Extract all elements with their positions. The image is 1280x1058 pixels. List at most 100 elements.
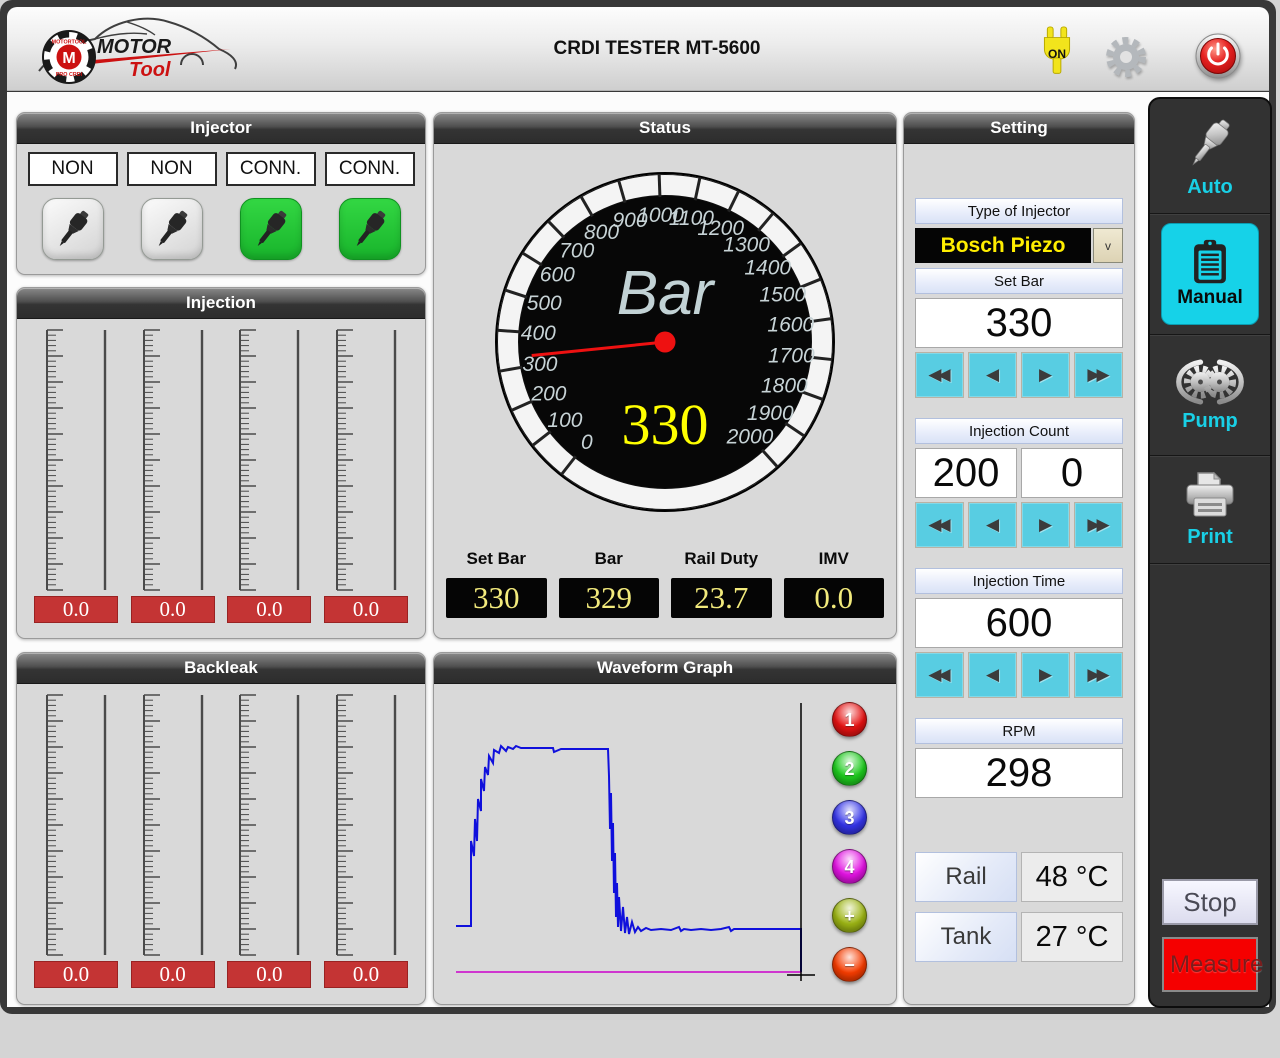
injection-time-fast-decrease-button[interactable]: ◀◀ [915, 652, 964, 698]
readout-label-4: IMV [784, 549, 885, 569]
svg-text:1700: 1700 [768, 344, 815, 367]
injector-4-button[interactable] [339, 198, 401, 260]
injection-time-increase-button[interactable]: ▶ [1021, 652, 1070, 698]
sidebar-item-print[interactable]: Print [1150, 456, 1270, 564]
injection-count-current: 0 [1021, 448, 1123, 498]
set-bar-label: Set Bar [915, 268, 1123, 294]
readout-label-3: Rail Duty [671, 549, 772, 569]
svg-text:1600: 1600 [767, 313, 814, 336]
rpm-label: RPM [915, 718, 1123, 744]
injection-count-fast-increase-button[interactable]: ▶▶ [1074, 502, 1123, 548]
injection-time-decrease-button[interactable]: ◀ [968, 652, 1017, 698]
sidebar-item-pump[interactable]: Pump [1150, 335, 1270, 456]
backleak-slider-4: 0.0 [324, 692, 408, 1012]
injection-slider-1: 0.0 [34, 327, 118, 646]
print-icon [1182, 470, 1238, 522]
backleak-value-3: 0.0 [227, 961, 311, 988]
setting-panel: Setting Type of Injector Bosch Piezo v S… [903, 112, 1135, 1005]
titlebar: MOTOR Tool MOTORTOOL PRO CRDI M CRDI TES… [7, 7, 1269, 91]
injector-items: NON NON CONN. CONN. [17, 144, 425, 282]
injection-count-decrease-button[interactable]: ◀ [968, 502, 1017, 548]
sidebar-print-label: Print [1187, 526, 1233, 549]
plug-on-label: ON [1043, 47, 1071, 61]
injection-count-label: Injection Count [915, 418, 1123, 444]
badge-letter: M [62, 50, 75, 67]
svg-text:Bar: Bar [617, 259, 716, 328]
injection-count-fast-decrease-button[interactable]: ◀◀ [915, 502, 964, 548]
backleak-sliders: 0.00.00.00.0 [17, 684, 425, 1012]
readout-value-3: 23.7 [671, 578, 772, 618]
waveform-channel-3-button[interactable]: 3 [832, 800, 867, 835]
injector-3-button[interactable] [240, 198, 302, 260]
svg-text:100: 100 [547, 409, 582, 432]
status-panel-title: Status [639, 118, 691, 138]
svg-text:0: 0 [581, 431, 593, 454]
measure-button[interactable]: Measure [1162, 937, 1258, 992]
svg-text:1500: 1500 [759, 283, 806, 306]
backleak-slider-3: 0.0 [227, 692, 311, 1012]
main-content: Injector NON NON CONN. CONN. Injection 0 [7, 92, 1269, 1007]
waveform-buttons: 1 2 3 4 + − [832, 702, 867, 982]
waveform-channel-1-button[interactable]: 1 [832, 702, 867, 737]
injection-slider-4: 0.0 [324, 327, 408, 646]
injection-slider-2: 0.0 [131, 327, 215, 646]
svg-text:600: 600 [540, 264, 575, 287]
injector-type-dropdown[interactable]: Bosch Piezo [915, 228, 1091, 263]
injection-slider-3: 0.0 [227, 327, 311, 646]
stop-button[interactable]: Stop [1162, 879, 1258, 925]
svg-text:500: 500 [527, 292, 562, 315]
motortool-logo: MOTOR Tool MOTORTOOL PRO CRDI M [31, 9, 251, 89]
set-bar-increase-button[interactable]: ▶ [1021, 352, 1070, 398]
set-bar-value: 330 [915, 298, 1123, 348]
backleak-panel-title: Backleak [184, 658, 258, 678]
waveform-channel-2-button[interactable]: 2 [832, 751, 867, 786]
sidebar-item-auto[interactable]: Auto [1150, 99, 1270, 214]
injector-4-status: CONN. [325, 152, 415, 186]
pump-gears-icon [1174, 358, 1246, 406]
logo-brand-bottom: Tool [129, 59, 171, 81]
injector-type-dropdown-button[interactable]: v [1093, 228, 1123, 263]
settings-gear-icon[interactable] [1104, 35, 1148, 79]
injector-icon [50, 206, 96, 252]
status-readouts: Set BarBarRail DutyIMV 33032923.70.0 [446, 549, 884, 618]
injection-time-fast-increase-button[interactable]: ▶▶ [1074, 652, 1123, 698]
sidebar: Auto Manual [1148, 97, 1272, 1008]
setting-panel-header: Setting [904, 113, 1134, 144]
backleak-panel: Backleak 0.00.00.00.0 [16, 652, 426, 1005]
waveform-channel-4-button[interactable]: 4 [832, 849, 867, 884]
injector-panel-header: Injector [17, 113, 425, 144]
waveform-zoom-out-button[interactable]: − [832, 947, 867, 982]
logo-badge: MOTORTOOL PRO CRDI M [43, 31, 95, 83]
injection-time-label: Injection Time [915, 568, 1123, 594]
manual-active-button[interactable]: Manual [1161, 223, 1259, 325]
tank-temp-value: 27 °C [1021, 912, 1123, 962]
injector-1-button[interactable] [42, 198, 104, 260]
sidebar-manual-label: Manual [1177, 287, 1242, 309]
rail-temp-label: Rail [915, 852, 1017, 902]
sidebar-pump-label: Pump [1182, 410, 1238, 433]
power-plug-icon[interactable]: ON [1035, 25, 1079, 83]
injection-sliders: 0.00.00.00.0 [17, 319, 425, 646]
svg-text:1400: 1400 [744, 256, 791, 279]
injection-value-4: 0.0 [324, 596, 408, 623]
sidebar-item-manual[interactable]: Manual [1150, 214, 1270, 335]
set-bar-fast-increase-button[interactable]: ▶▶ [1074, 352, 1123, 398]
waveform-plot [451, 701, 816, 986]
injection-count-increase-button[interactable]: ▶ [1021, 502, 1070, 548]
readout-value-1: 330 [446, 578, 547, 618]
type-of-injector-label: Type of Injector [915, 198, 1123, 224]
injector-2: NON [127, 152, 217, 282]
svg-text:1800: 1800 [761, 374, 808, 397]
set-bar-decrease-button[interactable]: ◀ [968, 352, 1017, 398]
injector-2-button[interactable] [141, 198, 203, 260]
backleak-value-2: 0.0 [131, 961, 215, 988]
tank-temp-label: Tank [915, 912, 1017, 962]
injector-panel: Injector NON NON CONN. CONN. [16, 112, 426, 275]
set-bar-fast-decrease-button[interactable]: ◀◀ [915, 352, 964, 398]
power-button[interactable] [1195, 33, 1241, 79]
readout-label-2: Bar [559, 549, 660, 569]
svg-text:200: 200 [530, 383, 566, 406]
waveform-zoom-in-button[interactable]: + [832, 898, 867, 933]
injection-count-target: 200 [915, 448, 1017, 498]
injection-value-1: 0.0 [34, 596, 118, 623]
